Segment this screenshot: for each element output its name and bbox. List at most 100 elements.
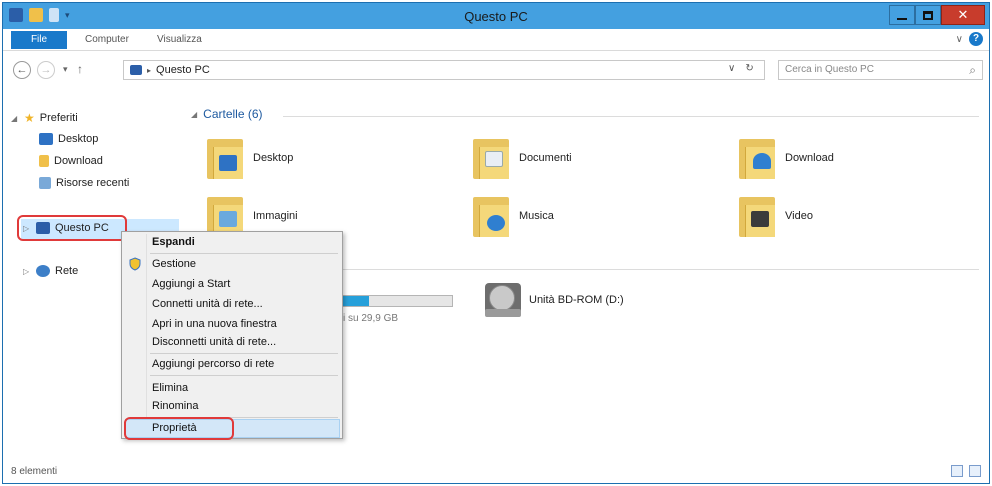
nav-risorse-recenti[interactable]: Risorse recenti [39, 177, 129, 189]
drive-c-usage-bar [333, 295, 453, 307]
ribbon-expand-icon[interactable]: ∨ [956, 34, 963, 45]
ribbon-controls: ∨ ? [956, 32, 983, 46]
nav-rete[interactable]: ▷ Rete [23, 265, 78, 277]
forward-arrow-icon: → [40, 64, 52, 76]
search-icon[interactable]: ⌕ [969, 63, 976, 78]
window-title: Questo PC [464, 9, 528, 24]
tab-computer[interactable]: Computer [85, 34, 129, 45]
menu-item-apri-nuova-finestra[interactable]: Apri in una nuova finestra [152, 318, 277, 330]
maximize-button[interactable] [915, 5, 941, 25]
ribbon: File Computer Visualizza ∨ ? [3, 29, 989, 51]
up-arrow-icon[interactable]: ↑ [77, 62, 83, 76]
shield-icon [128, 257, 142, 271]
nav-rete-label: Rete [55, 265, 79, 277]
tab-file[interactable]: File [11, 31, 67, 49]
details-view-icon[interactable] [951, 465, 963, 477]
minimize-icon [897, 18, 907, 20]
group-divider [343, 269, 979, 270]
recent-locations-icon[interactable]: ▾ [63, 64, 68, 75]
back-arrow-icon: ← [16, 64, 28, 76]
expand-arrow-icon[interactable]: ▷ [23, 267, 31, 276]
music-note-icon [487, 215, 505, 231]
tab-visualizza[interactable]: Visualizza [157, 34, 202, 45]
breadcrumb-questo-pc[interactable]: Questo PC [156, 64, 210, 76]
menu-item-aggiungi-start[interactable]: Aggiungi a Start [152, 278, 230, 290]
recent-places-icon [39, 177, 51, 189]
menu-item-gestione[interactable]: Gestione [152, 258, 196, 270]
close-button[interactable]: ✕ [941, 5, 985, 25]
document-icon [485, 151, 503, 167]
download-arrow-icon [753, 153, 771, 169]
desktop-icon [39, 133, 53, 145]
desktop-icon [219, 155, 237, 171]
menu-item-espandi[interactable]: Espandi [152, 236, 195, 248]
nav-download-label: Download [54, 155, 103, 167]
folder-icon [739, 137, 775, 179]
folder-label: Documenti [519, 152, 572, 164]
folder-label: Download [785, 152, 834, 164]
status-bar: 8 elementi [3, 459, 989, 483]
folder-label: Immagini [253, 210, 298, 222]
menu-item-rinomina[interactable]: Rinomina [152, 400, 198, 412]
menu-separator [150, 353, 338, 354]
view-switcher [951, 465, 981, 477]
breadcrumb-chevron-icon[interactable]: ▸ [147, 66, 151, 75]
group-header-label: Cartelle (6) [203, 107, 263, 121]
nav-risorse-recenti-label: Risorse recenti [56, 177, 130, 189]
folder-label: Desktop [253, 152, 294, 164]
address-bar[interactable]: ▸ Questo PC [123, 60, 765, 80]
address-dropdown-icon[interactable]: ∨ [728, 63, 735, 74]
nav-preferiti-label: Preferiti [39, 112, 78, 124]
annotation-circle-proprieta [124, 417, 234, 440]
expand-arrow-icon[interactable]: ◢ [11, 114, 19, 123]
menu-separator [150, 375, 338, 376]
collapse-arrow-icon[interactable]: ◢ [191, 110, 197, 119]
maximize-icon [923, 10, 933, 20]
menu-item-connetti-unita[interactable]: Connetti unità di rete... [152, 298, 263, 310]
folder-label: Video [785, 210, 813, 222]
download-icon [39, 155, 49, 167]
menu-item-disconnetti-unita[interactable]: Disconnetti unità di rete... [152, 336, 276, 348]
refresh-icon[interactable]: ↻ [745, 63, 753, 74]
nav-desktop[interactable]: Desktop [39, 133, 98, 145]
nav-download[interactable]: Download [39, 155, 103, 167]
drive-bd-rom[interactable]: Unità BD-ROM (D:) [485, 283, 624, 317]
menu-item-aggiungi-percorso[interactable]: Aggiungi percorso di rete [152, 358, 274, 370]
back-button[interactable]: ← [13, 61, 31, 79]
search-input[interactable]: Cerca in Questo PC ⌕ [778, 60, 983, 80]
bd-rom-drive-icon [485, 283, 521, 317]
menu-separator [150, 253, 338, 254]
address-actions: ∨ ↻ [728, 63, 754, 74]
group-divider [283, 116, 979, 117]
menu-item-elimina[interactable]: Elimina [152, 382, 188, 394]
close-icon: ✕ [957, 7, 969, 22]
folder-label: Musica [519, 210, 554, 222]
address-row: ← → ▾ ↑ ▸ Questo PC ∨ ↻ Cerca in Questo … [3, 55, 989, 85]
help-icon[interactable]: ? [969, 32, 983, 46]
minimize-button[interactable] [889, 5, 915, 25]
large-icons-view-icon[interactable] [969, 465, 981, 477]
pictures-icon [219, 211, 237, 227]
search-placeholder: Cerca in Questo PC [785, 64, 874, 75]
menu-gutter [146, 234, 147, 436]
annotation-circle-questo-pc [17, 215, 127, 241]
title-bar: ▾ Questo PC ✕ [3, 3, 989, 29]
forward-button[interactable]: → [37, 61, 55, 79]
folder-download[interactable]: Download [739, 137, 834, 179]
folder-desktop[interactable]: Desktop [207, 137, 293, 179]
folder-icon [473, 137, 509, 179]
item-count: 8 elementi [11, 466, 58, 477]
folder-icon [739, 195, 775, 237]
drive-bd-rom-label: Unità BD-ROM (D:) [529, 294, 624, 306]
folder-icon [207, 137, 243, 179]
star-icon: ★ [24, 111, 35, 125]
folder-documenti[interactable]: Documenti [473, 137, 572, 179]
explorer-window: ▾ Questo PC ✕ File Computer Visualizza ∨… [2, 2, 990, 484]
group-header-cartelle[interactable]: ◢ Cartelle (6) [191, 107, 263, 121]
film-icon [751, 211, 769, 227]
context-menu: Espandi Gestione Aggiungi a Start Connet… [121, 231, 343, 440]
nav-desktop-label: Desktop [58, 133, 99, 145]
folder-musica[interactable]: Musica [473, 195, 554, 237]
nav-preferiti[interactable]: ◢ ★ Preferiti [11, 111, 78, 125]
folder-video[interactable]: Video [739, 195, 813, 237]
